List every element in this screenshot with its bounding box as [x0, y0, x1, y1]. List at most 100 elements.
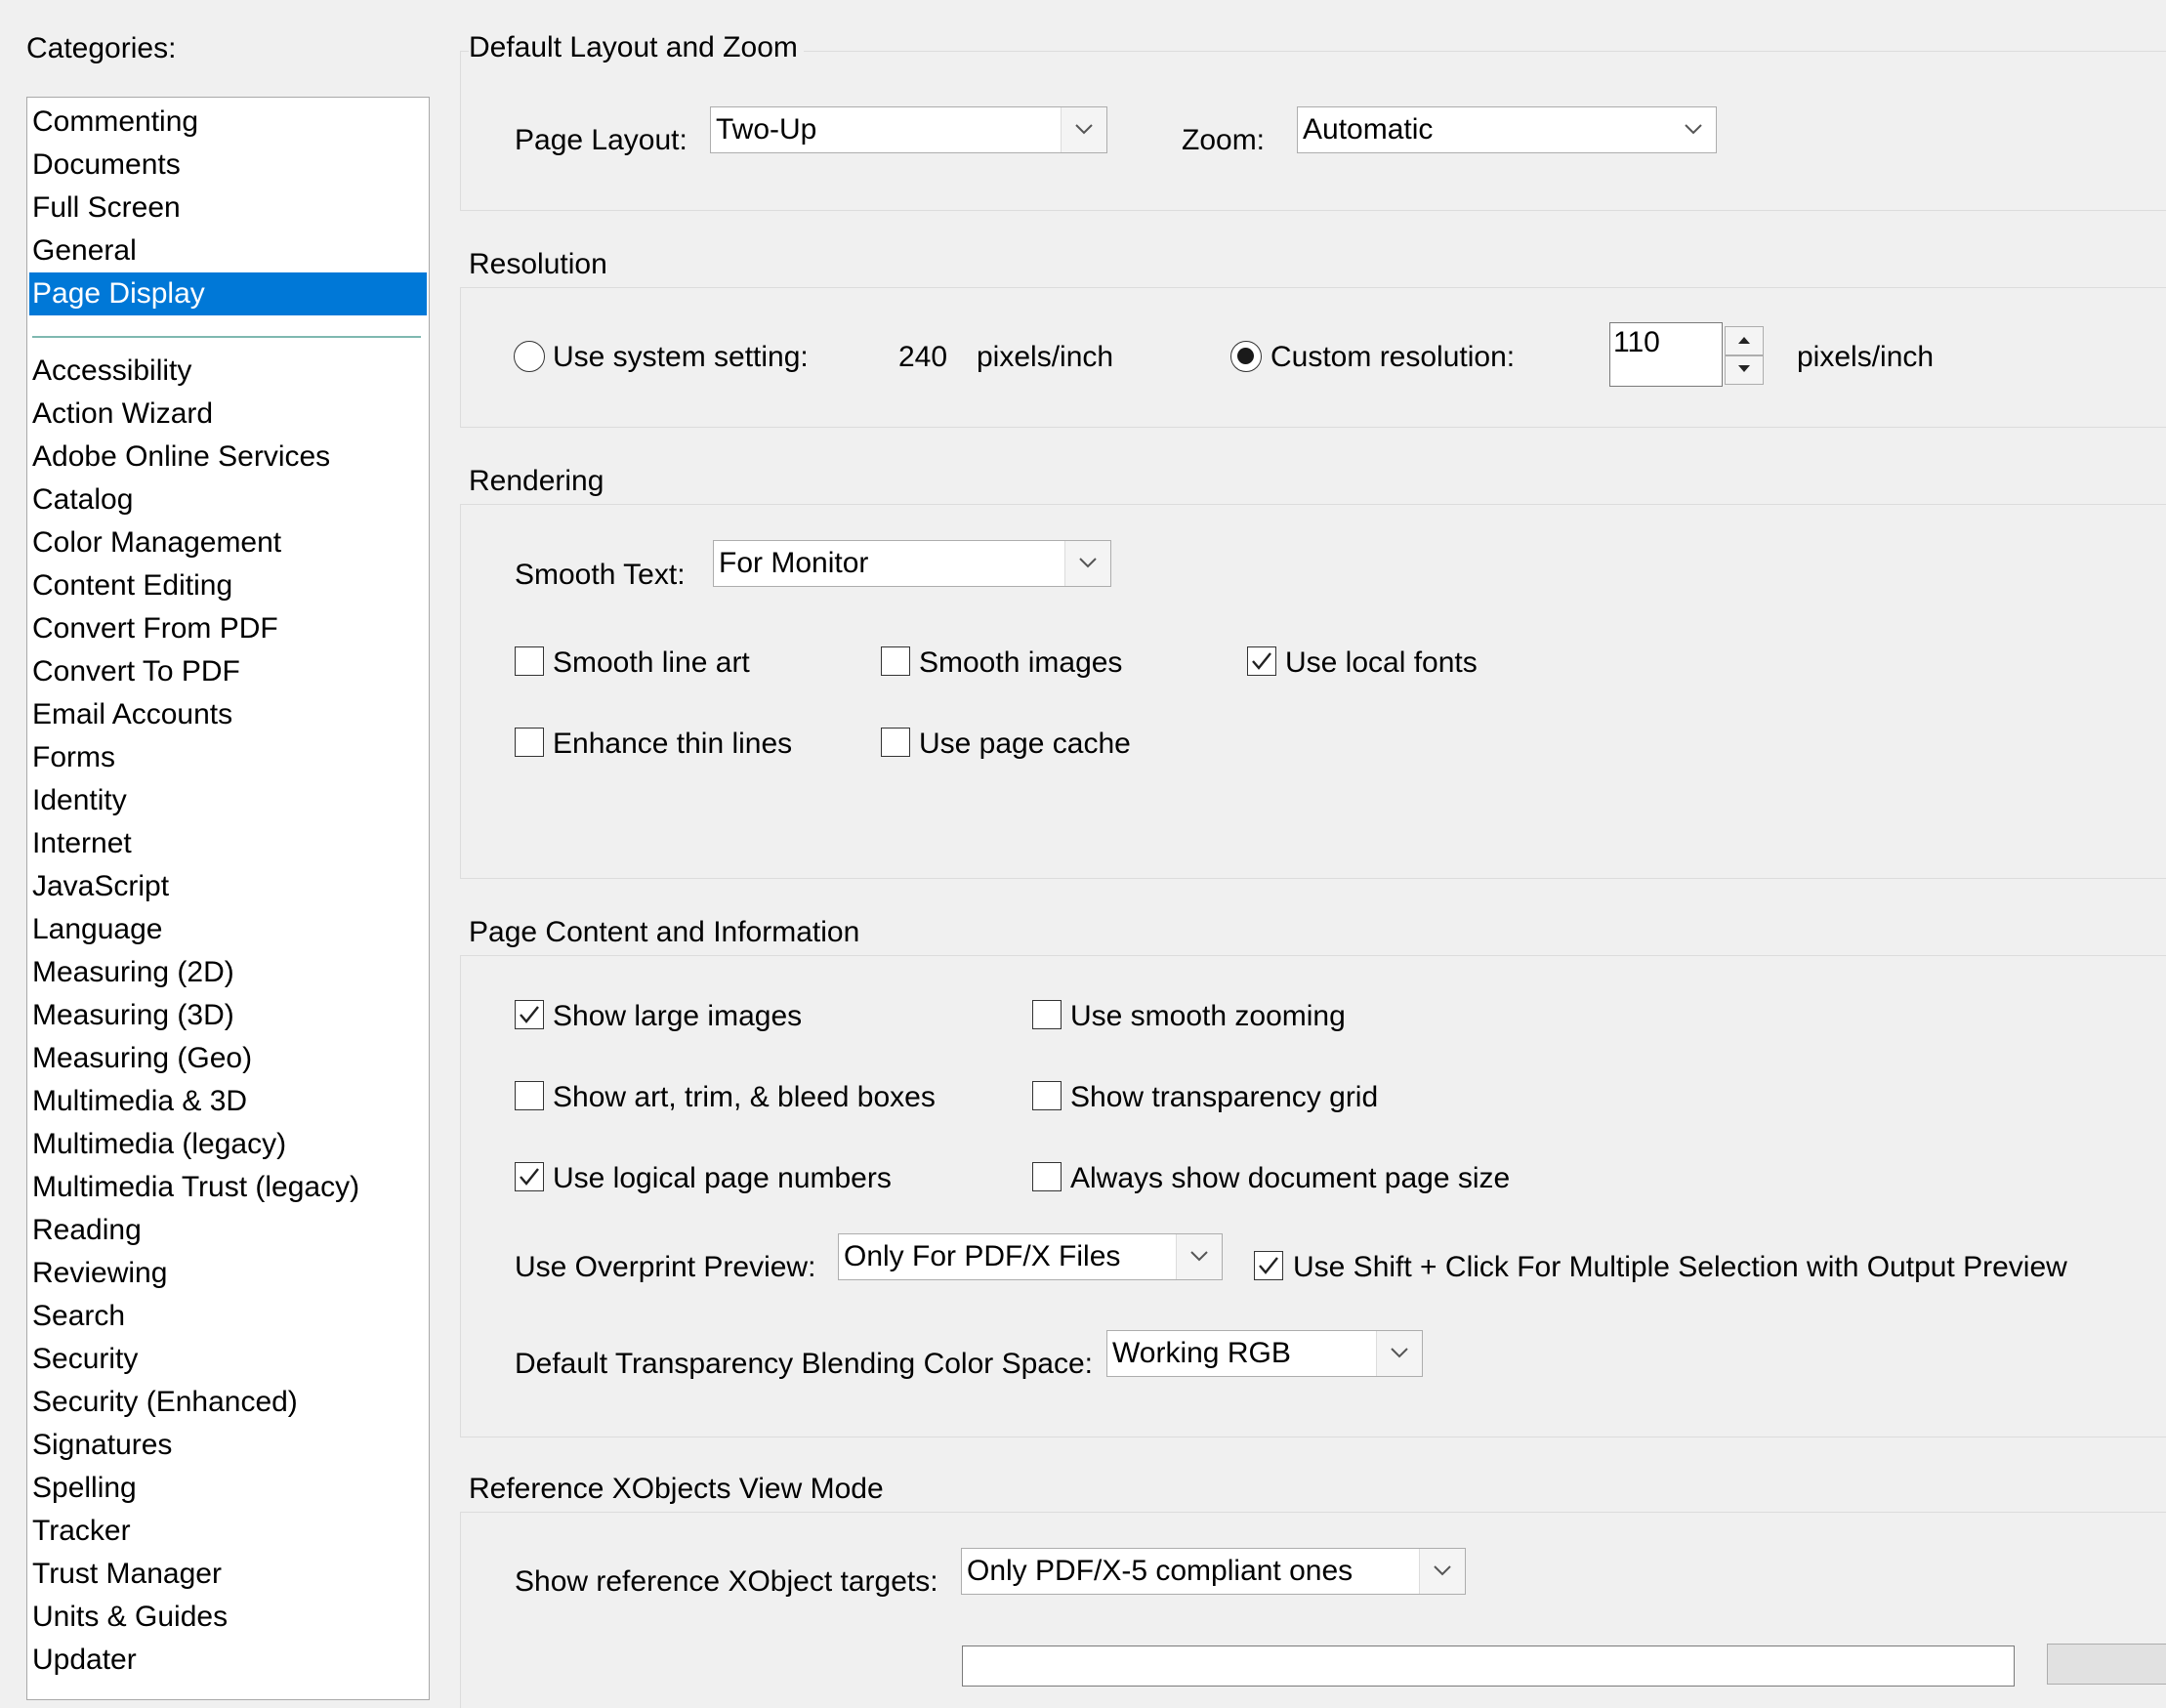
category-item[interactable]: Convert From PDF: [29, 607, 427, 650]
show-large-images-label: Show large images: [553, 1000, 803, 1032]
show-large-images-checkbox[interactable]: [515, 1000, 544, 1029]
blending-color-space-label: Default Transparency Blending Color Spac…: [515, 1348, 1094, 1380]
smooth-line-art-checkbox[interactable]: [515, 646, 544, 676]
system-resolution-value: 240: [898, 341, 948, 373]
category-item[interactable]: Multimedia & 3D: [29, 1080, 427, 1123]
radio-dot: [1237, 348, 1254, 364]
chevron-down-icon: [1671, 107, 1716, 152]
use-logical-page-numbers-label: Use logical page numbers: [553, 1162, 892, 1194]
enhance-thin-lines-label: Enhance thin lines: [553, 728, 793, 760]
page-layout-dropdown[interactable]: Two-Up: [710, 106, 1107, 153]
overprint-preview-label: Use Overprint Preview:: [515, 1251, 816, 1283]
page-content-title: Page Content and Information: [469, 913, 866, 952]
category-item[interactable]: Updater: [29, 1639, 427, 1682]
check-icon: [520, 1006, 539, 1023]
category-item[interactable]: Multimedia (legacy): [29, 1123, 427, 1166]
categories-divider: [32, 336, 421, 338]
category-item[interactable]: Security: [29, 1338, 427, 1381]
category-item[interactable]: Security (Enhanced): [29, 1381, 427, 1424]
smooth-text-label: Smooth Text:: [515, 559, 686, 591]
rendering-title: Rendering: [469, 462, 610, 501]
always-show-page-size-checkbox[interactable]: [1032, 1162, 1062, 1191]
spin-down-button[interactable]: [1725, 355, 1764, 385]
category-item[interactable]: Reviewing: [29, 1252, 427, 1295]
smooth-text-value: For Monitor: [719, 547, 869, 579]
category-item[interactable]: Accessibility: [29, 350, 427, 393]
blending-color-space-value: Working RGB: [1112, 1337, 1291, 1369]
category-item[interactable]: Tracker: [29, 1510, 427, 1553]
chevron-down-icon: [1064, 541, 1110, 586]
category-item[interactable]: General: [29, 229, 427, 272]
category-item[interactable]: Units & Guides: [29, 1596, 427, 1639]
check-icon: [1252, 652, 1271, 670]
xobjects-title: Reference XObjects View Mode: [469, 1470, 890, 1509]
use-local-fonts-checkbox[interactable]: [1247, 646, 1276, 676]
zoom-value: Automatic: [1303, 113, 1434, 146]
layout-zoom-title: Default Layout and Zoom: [469, 28, 804, 67]
category-item[interactable]: Spelling: [29, 1467, 427, 1510]
xobject-targets-label: Show reference XObject targets:: [515, 1565, 938, 1598]
shift-click-selection-label: Use Shift + Click For Multiple Selection…: [1293, 1251, 2067, 1283]
category-item[interactable]: Email Accounts: [29, 693, 427, 736]
use-smooth-zooming-checkbox[interactable]: [1032, 1000, 1062, 1029]
use-system-setting-radio[interactable]: [514, 341, 545, 372]
use-page-cache-label: Use page cache: [919, 728, 1131, 760]
category-item[interactable]: Signatures: [29, 1424, 427, 1467]
category-item[interactable]: Commenting: [29, 101, 427, 144]
show-transparency-grid-checkbox[interactable]: [1032, 1081, 1062, 1110]
resolution-title: Resolution: [469, 245, 613, 284]
use-logical-page-numbers-checkbox[interactable]: [515, 1162, 544, 1191]
use-page-cache-checkbox[interactable]: [881, 728, 910, 757]
category-item[interactable]: Reading: [29, 1209, 427, 1252]
smooth-text-dropdown[interactable]: For Monitor: [713, 540, 1111, 587]
custom-resolution-radio[interactable]: [1230, 341, 1262, 372]
use-local-fonts-label: Use local fonts: [1285, 646, 1478, 679]
category-item[interactable]: Adobe Online Services: [29, 436, 427, 479]
category-item[interactable]: Action Wizard: [29, 393, 427, 436]
custom-resolution-label: Custom resolution:: [1270, 341, 1516, 373]
chevron-down-icon: [1419, 1549, 1465, 1594]
category-item[interactable]: Identity: [29, 779, 427, 822]
check-icon: [1259, 1257, 1278, 1274]
xobject-location-field[interactable]: [962, 1646, 2015, 1687]
chevron-down-icon: [1061, 107, 1106, 152]
show-art-trim-bleed-label: Show art, trim, & bleed boxes: [553, 1081, 936, 1113]
show-art-trim-bleed-checkbox[interactable]: [515, 1081, 544, 1110]
category-item[interactable]: Full Screen: [29, 187, 427, 229]
category-item[interactable]: Documents: [29, 144, 427, 187]
category-item[interactable]: Measuring (2D): [29, 951, 427, 994]
category-item[interactable]: Internet: [29, 822, 427, 865]
check-icon: [520, 1168, 539, 1186]
custom-resolution-input[interactable]: 110: [1609, 322, 1723, 387]
xobject-targets-dropdown[interactable]: Only PDF/X-5 compliant ones: [961, 1548, 1466, 1595]
always-show-page-size-label: Always show document page size: [1070, 1162, 1511, 1194]
category-item[interactable]: Trust Manager: [29, 1553, 427, 1596]
use-system-setting-label: Use system setting:: [553, 341, 809, 373]
smooth-images-checkbox[interactable]: [881, 646, 910, 676]
category-item[interactable]: Catalog: [29, 479, 427, 521]
category-item[interactable]: Measuring (Geo): [29, 1037, 427, 1080]
blending-color-space-dropdown[interactable]: Working RGB: [1106, 1330, 1423, 1377]
category-item[interactable]: Convert To PDF: [29, 650, 427, 693]
category-item[interactable]: Forms: [29, 736, 427, 779]
category-item[interactable]: Content Editing: [29, 564, 427, 607]
spin-up-button[interactable]: [1725, 326, 1764, 355]
shift-click-selection-checkbox[interactable]: [1254, 1251, 1283, 1280]
category-item[interactable]: Search: [29, 1295, 427, 1338]
category-item[interactable]: Color Management: [29, 521, 427, 564]
zoom-dropdown[interactable]: Automatic: [1297, 106, 1717, 153]
browse-button[interactable]: [2047, 1644, 2166, 1685]
show-transparency-grid-label: Show transparency grid: [1070, 1081, 1379, 1113]
enhance-thin-lines-checkbox[interactable]: [515, 728, 544, 757]
category-item[interactable]: Language: [29, 908, 427, 951]
category-item[interactable]: Multimedia Trust (legacy): [29, 1166, 427, 1209]
xobject-targets-value: Only PDF/X-5 compliant ones: [967, 1555, 1354, 1587]
category-item[interactable]: Measuring (3D): [29, 994, 427, 1037]
page-layout-value: Two-Up: [716, 113, 817, 146]
smooth-images-label: Smooth images: [919, 646, 1123, 679]
overprint-preview-dropdown[interactable]: Only For PDF/X Files: [838, 1233, 1223, 1280]
categories-list[interactable]: Commenting Documents Full Screen General Pag…: [26, 97, 430, 1700]
page-layout-label: Page Layout:: [515, 124, 687, 156]
category-item[interactable]: Page Display: [29, 272, 427, 315]
category-item[interactable]: JavaScript: [29, 865, 427, 908]
